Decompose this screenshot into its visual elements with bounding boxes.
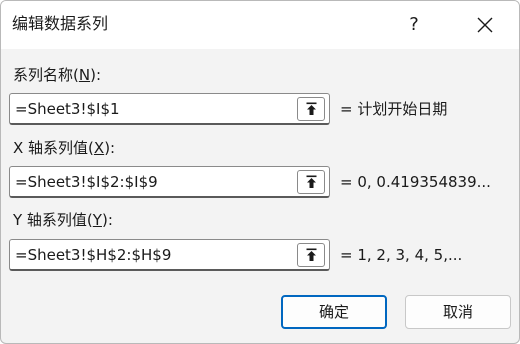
series-name-range-button[interactable]	[297, 97, 325, 121]
ok-button[interactable]: 确定	[281, 295, 387, 329]
collapse-dialog-icon	[306, 175, 317, 188]
collapse-dialog-icon	[306, 102, 317, 115]
y-values-preview: = 1, 2, 3, 4, 5,...	[340, 246, 463, 264]
y-values-label-suffix: ):	[101, 211, 113, 229]
y-values-label: Y 轴系列值(Y):	[13, 210, 113, 230]
edit-series-dialog: 编辑数据系列 ? 系列名称(N): =Sheet3!$I$1 = 计划开始日期 …	[0, 0, 520, 344]
series-name-accesskey: N	[78, 66, 91, 84]
y-values-range-button[interactable]	[297, 243, 325, 267]
y-values-input[interactable]: =Sheet3!$H$2:$H$9	[9, 239, 330, 271]
y-values-accesskey: Y	[92, 211, 102, 229]
series-name-label: 系列名称(N):	[13, 65, 101, 85]
x-values-value[interactable]: =Sheet3!$I$2:$I$9	[15, 172, 158, 192]
close-icon	[477, 17, 493, 33]
y-values-value[interactable]: =Sheet3!$H$2:$H$9	[15, 245, 171, 265]
series-name-label-suffix: ):	[90, 66, 101, 84]
x-values-accesskey: X	[93, 139, 105, 157]
title-bar: 编辑数据系列 ?	[1, 1, 519, 49]
y-values-label-text: Y 轴系列值(	[13, 211, 93, 229]
x-values-preview: = 0, 0.419354839...	[340, 173, 491, 191]
close-button[interactable]	[467, 5, 503, 45]
series-name-input[interactable]: =Sheet3!$I$1	[9, 93, 330, 125]
dialog-title: 编辑数据系列	[12, 14, 109, 33]
x-values-label-text: X 轴系列值(	[13, 139, 94, 157]
x-values-input[interactable]: =Sheet3!$I$2:$I$9	[9, 166, 330, 198]
series-name-preview: = 计划开始日期	[340, 100, 448, 118]
x-values-label-suffix: ):	[104, 139, 116, 157]
series-name-label-text: 系列名称(	[13, 66, 79, 84]
help-button[interactable]: ?	[397, 5, 431, 45]
x-values-label: X 轴系列值(X):	[13, 138, 115, 158]
series-name-value[interactable]: =Sheet3!$I$1	[15, 99, 120, 119]
x-values-range-button[interactable]	[297, 170, 325, 194]
collapse-dialog-icon	[306, 248, 317, 261]
cancel-button[interactable]: 取消	[405, 295, 511, 329]
